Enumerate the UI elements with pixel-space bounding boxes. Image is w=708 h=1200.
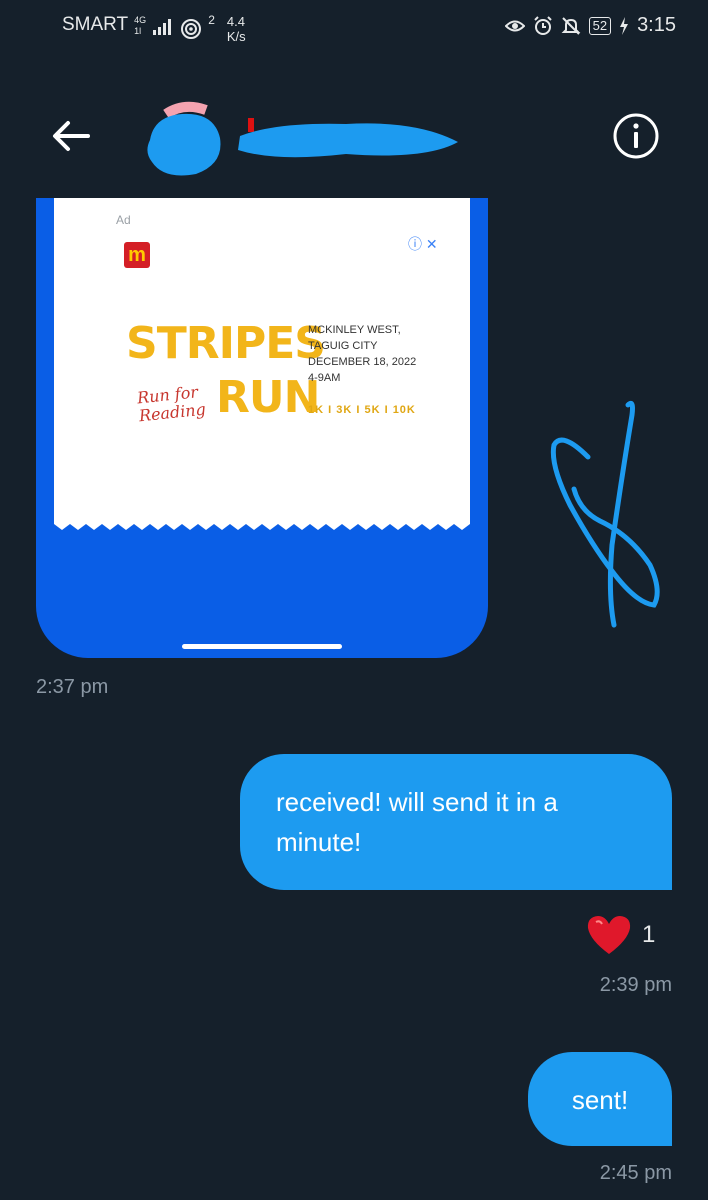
network-sub: 1l — [134, 26, 142, 36]
hotspot-count: 2 — [208, 13, 215, 27]
charging-icon — [620, 16, 629, 35]
network-indicator: 4G 1l — [134, 14, 146, 36]
speed-value: 4.4 — [226, 14, 245, 29]
sent-message-bubble[interactable]: received! will send it in a minute! — [240, 754, 672, 890]
ad-image: Ad m ⓘ ✕ STRIPES Run for Reading RUN MCK… — [54, 198, 470, 524]
ad-label: Ad — [116, 213, 131, 227]
clock: 3:15 — [637, 14, 676, 36]
contact-name-redacted — [238, 118, 458, 158]
carrier-name: SMART — [62, 14, 129, 35]
ad-choices-icon: ⓘ ✕ — [408, 236, 438, 252]
reaction-count: 1 — [642, 921, 656, 948]
conversation-info-button[interactable] — [612, 112, 660, 160]
alarm-icon — [533, 15, 552, 35]
signal-icon — [153, 19, 172, 35]
ad-venue-line2: TAGUIG CITY — [308, 340, 378, 352]
mcdonalds-logo: m — [124, 242, 150, 268]
speed-unit: K/s — [226, 29, 246, 44]
network-speed: 4.4 K/s — [227, 14, 246, 44]
handwritten-scribble — [550, 400, 660, 628]
message-text: received! will send it in a minute! — [276, 787, 558, 857]
sent-timestamp: 2:39 pm — [599, 974, 672, 996]
hotspot-icon — [181, 19, 202, 39]
back-arrow-icon — [53, 121, 90, 151]
sent-timestamp: 2:45 pm — [599, 1162, 672, 1184]
battery-icon: 52 — [588, 16, 612, 35]
received-timestamp: 2:37 pm — [36, 676, 109, 698]
ad-hours: 4-9AM — [308, 372, 341, 384]
message-text: sent! — [571, 1085, 629, 1115]
info-icon — [613, 113, 659, 159]
bell-off-icon — [561, 16, 581, 35]
sent-message-bubble[interactable]: sent! — [528, 1052, 672, 1146]
status-bar: SMART 4G 1l 2 4.4 K/s 52 3:15 — [0, 0, 708, 56]
ad-date: DECEMBER 18, 2022 — [308, 356, 417, 368]
ad-venue-line1: MCKINLEY WEST, — [308, 324, 401, 336]
ad-distances: 1K I 3K I 5K I 10K — [308, 404, 416, 416]
ad-event-info: MCKINLEY WEST, TAGUIG CITY DECEMBER 18, … — [308, 322, 416, 386]
heart-icon — [587, 916, 631, 954]
ad-title-line1: STRIPES — [126, 318, 326, 369]
ad-tagline: Run for Reading — [136, 382, 206, 425]
home-indicator — [182, 644, 342, 649]
ad-torn-edge — [54, 516, 470, 530]
avatar[interactable] — [140, 100, 228, 180]
ad-title-line2: RUN — [216, 372, 320, 423]
eye-icon — [504, 20, 525, 31]
back-button[interactable] — [48, 116, 96, 156]
conversation-header — [0, 88, 708, 184]
network-type: 4G — [134, 15, 147, 25]
shared-media-message[interactable]: Ad m ⓘ ✕ STRIPES Run for Reading RUN MCK… — [36, 198, 488, 658]
message-reaction[interactable]: 1 — [586, 914, 655, 956]
